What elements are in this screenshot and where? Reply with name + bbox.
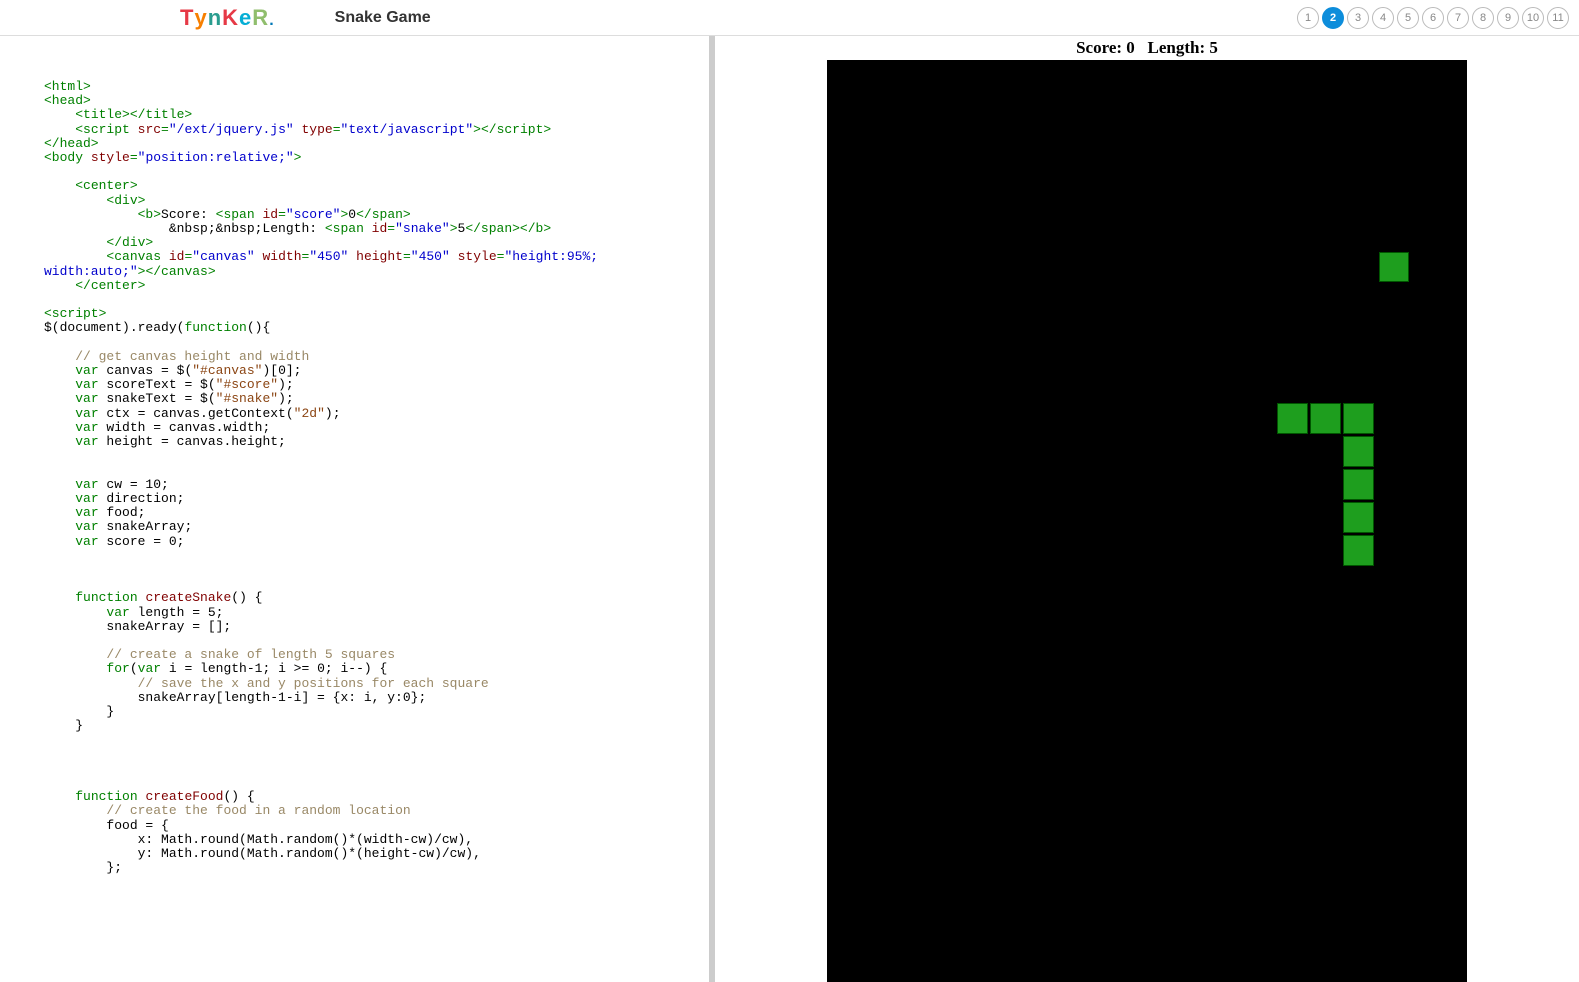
logo-letter: y [194,5,207,31]
snake-block [1343,469,1374,500]
step-3[interactable]: 3 [1347,7,1369,29]
logo-letter: T [180,5,194,31]
logo-letter: K [222,5,239,31]
snake-block [1343,535,1374,566]
logo-letter: . [269,12,274,30]
step-8[interactable]: 8 [1472,7,1494,29]
step-4[interactable]: 4 [1372,7,1394,29]
snake-block [1343,502,1374,533]
step-nav: 1234567891011 [1297,7,1569,29]
score-label: Score: [1076,38,1122,57]
logo-letter: R [252,5,269,31]
logo-letter: e [239,5,252,31]
food-block [1379,252,1409,282]
step-7[interactable]: 7 [1447,7,1469,29]
game-canvas[interactable] [827,60,1467,982]
step-11[interactable]: 11 [1547,7,1569,29]
snake-block [1310,403,1341,434]
step-1[interactable]: 1 [1297,7,1319,29]
code-editor[interactable]: <html> <head> <title></title> <script sr… [0,36,715,982]
step-6[interactable]: 6 [1422,7,1444,29]
step-5[interactable]: 5 [1397,7,1419,29]
step-9[interactable]: 9 [1497,7,1519,29]
step-10[interactable]: 10 [1522,7,1544,29]
main: <html> <head> <title></title> <script sr… [0,36,1579,982]
preview-pane: Score: 0 Length: 5 [715,36,1579,982]
length-label: Length: [1148,38,1206,57]
logo-letter: n [208,5,222,31]
game-canvas-wrap [715,60,1579,982]
scorebar: Score: 0 Length: 5 [1076,36,1218,60]
page-title: Snake Game [335,9,431,27]
length-value: 5 [1209,38,1218,57]
score-value: 0 [1126,38,1135,57]
header: TynKeR. Snake Game 1234567891011 [0,0,1579,36]
tynker-logo[interactable]: TynKeR. [180,5,275,31]
snake-block [1277,403,1308,434]
snake-block [1343,436,1374,467]
snake-block [1343,403,1374,434]
step-2[interactable]: 2 [1322,7,1344,29]
